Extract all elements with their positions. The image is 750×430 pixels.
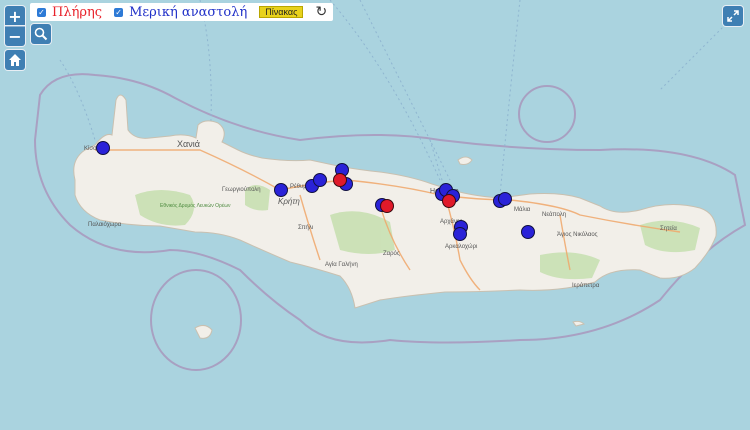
gavdos-island bbox=[194, 324, 213, 339]
label-spili: Σπήλι bbox=[298, 224, 314, 231]
label-zaros: Ζαρός bbox=[383, 250, 400, 257]
label-arkalochori: Αρκαλοχώρι bbox=[445, 244, 478, 250]
legend-partial-label: Μερική αναστολή bbox=[129, 4, 248, 20]
marker-full bbox=[442, 194, 456, 208]
marker-full bbox=[333, 173, 347, 187]
label-chania: Χανιά bbox=[177, 139, 200, 149]
legend-full-label: Πλήρης bbox=[52, 4, 103, 20]
zoom-in-button[interactable]: + bbox=[5, 6, 25, 26]
label-neapoli: Νεάπολη bbox=[542, 211, 566, 218]
label-paleochora: Παλαιόχωρα bbox=[88, 221, 122, 228]
checkbox-full[interactable]: ✓ bbox=[37, 7, 46, 17]
fullscreen-icon bbox=[727, 10, 739, 22]
marker-full bbox=[380, 199, 394, 213]
search-icon bbox=[34, 27, 48, 41]
checkbox-partial[interactable]: ✓ bbox=[114, 7, 124, 17]
dia-island bbox=[457, 156, 473, 165]
label-georgioupoli: Γεωργιούπολη bbox=[222, 187, 261, 193]
label-agia-galini: Αγία Γαλήνη bbox=[325, 261, 358, 268]
marker-partial bbox=[453, 227, 467, 241]
home-icon bbox=[9, 54, 21, 66]
zoom-out-button[interactable]: − bbox=[5, 26, 25, 46]
map-canvas[interactable]: Χανιά Κίσσαμος Γεωργιούπολη Ρέθυμνο Κρήτ… bbox=[0, 0, 750, 430]
marker-partial bbox=[96, 141, 110, 155]
label-kriti: Κρήτη bbox=[278, 197, 300, 206]
fullscreen-button[interactable] bbox=[723, 6, 743, 26]
label-agios-nikolaos: Άγιος Νικόλαος bbox=[557, 231, 598, 238]
label-national-park: Εθνικός Δρυμός Λευκών Ορέων bbox=[160, 202, 231, 209]
refresh-icon[interactable]: ↻ bbox=[315, 4, 327, 20]
chrysi-island bbox=[572, 320, 585, 327]
marker-partial bbox=[498, 192, 512, 206]
marker-partial bbox=[521, 225, 535, 239]
label-malia: Μάλια bbox=[514, 206, 531, 213]
home-button[interactable] bbox=[5, 50, 25, 70]
search-button[interactable] bbox=[31, 24, 51, 44]
label-ierapetra: Ιεράπετρα bbox=[572, 282, 600, 289]
label-sitia: Σητεία bbox=[660, 226, 677, 232]
table-button[interactable]: Πίνακας bbox=[259, 6, 304, 18]
marker-partial bbox=[313, 173, 327, 187]
legend-bar: ✓ Πλήρης ✓ Μερική αναστολή Πίνακας ↻ bbox=[30, 3, 334, 21]
marker-partial bbox=[274, 183, 288, 197]
